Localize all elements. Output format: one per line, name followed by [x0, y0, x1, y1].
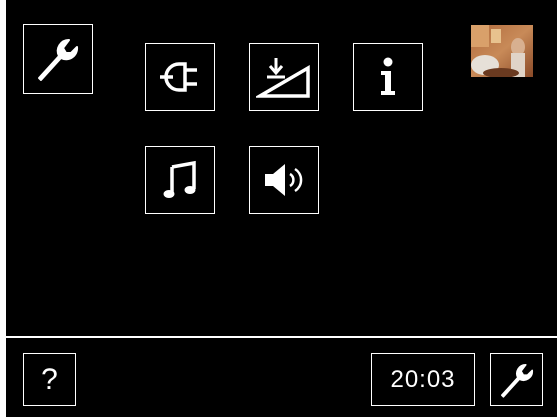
clock-display[interactable]: 20:03: [371, 353, 475, 406]
settings-button[interactable]: [23, 24, 93, 94]
device-screen: ? 20:03: [6, 0, 557, 417]
info-icon: [381, 57, 395, 95]
clock-time: 20:03: [390, 365, 456, 393]
settings-button-footer[interactable]: [490, 353, 543, 406]
volume-button[interactable]: [249, 146, 319, 214]
brightness-button[interactable]: [249, 43, 319, 111]
music-button[interactable]: [145, 146, 215, 214]
power-button[interactable]: [145, 43, 215, 111]
brightness-ramp-icon: [256, 58, 310, 98]
speaker-icon: [265, 164, 303, 196]
info-button[interactable]: [353, 43, 423, 111]
video-thumbnail[interactable]: [471, 25, 533, 77]
help-label: ?: [41, 362, 58, 396]
video-thumbnail-image: [471, 25, 533, 77]
plug-icon: [160, 62, 197, 92]
wrench-icon: [38, 38, 79, 81]
music-note-icon: [163, 160, 196, 198]
help-button[interactable]: ?: [23, 353, 76, 406]
footer-divider: [6, 336, 557, 338]
wrench-icon: [500, 363, 533, 398]
